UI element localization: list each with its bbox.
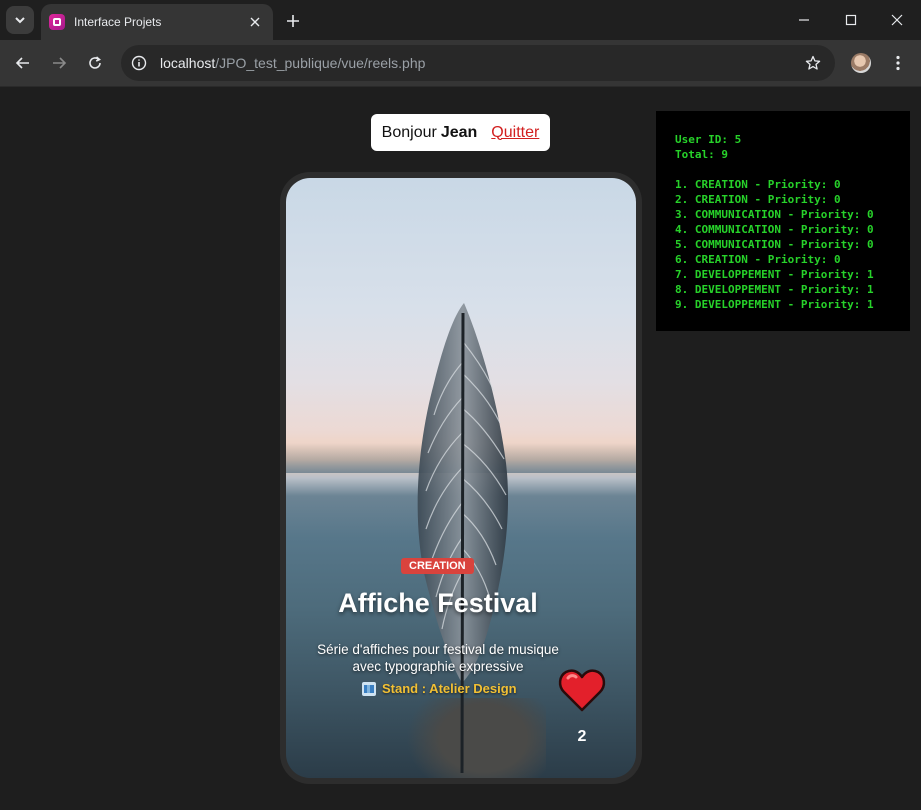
reel-description: Série d'affiches pour festival de musiqu… xyxy=(298,641,578,675)
bookmark-button[interactable] xyxy=(801,51,825,75)
browser-toolbar: localhost/JPO_test_publique/vue/reels.ph… xyxy=(0,40,921,86)
browser-menu-button[interactable] xyxy=(886,51,910,75)
heart-icon xyxy=(558,669,606,712)
stand-label: Stand : Atelier Design xyxy=(362,681,517,696)
debug-user-id: User ID: 5 xyxy=(675,133,742,146)
chevron-down-icon xyxy=(15,17,25,24)
description-line: Série d'affiches pour festival de musiqu… xyxy=(317,642,559,657)
more-vert-icon xyxy=(896,55,900,71)
debug-item: 1. CREATION - Priority: 0 xyxy=(675,178,841,191)
debug-total: Total: 9 xyxy=(675,148,728,161)
stand-text: Stand : Atelier Design xyxy=(382,681,517,696)
quit-link[interactable]: Quitter xyxy=(491,124,539,142)
close-icon xyxy=(250,17,260,27)
debug-item: 6. CREATION - Priority: 0 xyxy=(675,253,841,266)
feather-photo xyxy=(417,303,509,773)
reload-icon xyxy=(89,56,101,69)
minimize-icon xyxy=(799,19,809,21)
description-line: avec typographie expressive xyxy=(352,659,524,674)
debug-item: 8. DEVELOPPEMENT - Priority: 1 xyxy=(675,283,874,296)
url-host: localhost xyxy=(160,55,216,71)
greeting-text: Bonjour xyxy=(381,123,437,141)
url-path: /JPO_test_publique/vue/reels.php xyxy=(215,55,426,71)
reel-title: Affiche Festival xyxy=(338,588,538,618)
close-icon xyxy=(891,14,903,26)
address-bar[interactable]: localhost/JPO_test_publique/vue/reels.ph… xyxy=(121,45,835,81)
reel-phone-frame: CREATION Affiche Festival Série d'affich… xyxy=(280,172,642,784)
arrow-right-icon xyxy=(53,57,67,69)
star-icon xyxy=(805,55,821,70)
page-viewport: Bonjour Jean Quitter User ID: 5 Total: 9 1… xyxy=(0,86,921,810)
tab-close-button[interactable] xyxy=(247,14,263,30)
like-count: 2 xyxy=(577,728,587,745)
reel-card[interactable]: CREATION Affiche Festival Série d'affich… xyxy=(286,178,636,778)
forward-button[interactable] xyxy=(45,49,73,77)
user-name: Jean xyxy=(440,123,478,141)
url-text: localhost/JPO_test_publique/vue/reels.ph… xyxy=(160,55,425,71)
browser-tab[interactable]: Interface Projets xyxy=(41,4,273,40)
arrow-left-icon xyxy=(15,57,29,69)
site-info-button[interactable] xyxy=(125,49,153,77)
new-tab-button[interactable] xyxy=(281,9,305,33)
tab-title: Interface Projets xyxy=(74,15,162,29)
category-badge: CREATION xyxy=(401,558,474,574)
plus-icon xyxy=(287,15,299,27)
maximize-icon xyxy=(845,14,857,26)
minimize-button[interactable] xyxy=(781,0,827,40)
profile-avatar[interactable] xyxy=(851,53,871,73)
back-button[interactable] xyxy=(9,49,37,77)
reload-button[interactable] xyxy=(81,49,109,77)
info-icon xyxy=(131,55,147,71)
favicon-icon xyxy=(49,14,65,30)
tab-search-button[interactable] xyxy=(6,6,34,34)
debug-item: 2. CREATION - Priority: 0 xyxy=(675,193,841,206)
debug-item: 5. COMMUNICATION - Priority: 0 xyxy=(675,238,874,251)
maximize-button[interactable] xyxy=(828,0,874,40)
stand-icon xyxy=(362,681,376,696)
user-greeting-box: Bonjour Jean Quitter xyxy=(371,114,550,151)
like-button[interactable] xyxy=(556,666,608,714)
browser-titlebar: Interface Projets xyxy=(0,0,921,40)
debug-item: 9. DEVELOPPEMENT - Priority: 1 xyxy=(675,298,874,311)
debug-item: 3. COMMUNICATION - Priority: 0 xyxy=(675,208,874,221)
debug-item: 4. COMMUNICATION - Priority: 0 xyxy=(675,223,874,236)
close-window-button[interactable] xyxy=(874,0,920,40)
debug-item: 7. DEVELOPPEMENT - Priority: 1 xyxy=(675,268,874,281)
debug-panel: User ID: 5 Total: 9 1. CREATION - Priority… xyxy=(656,111,910,331)
